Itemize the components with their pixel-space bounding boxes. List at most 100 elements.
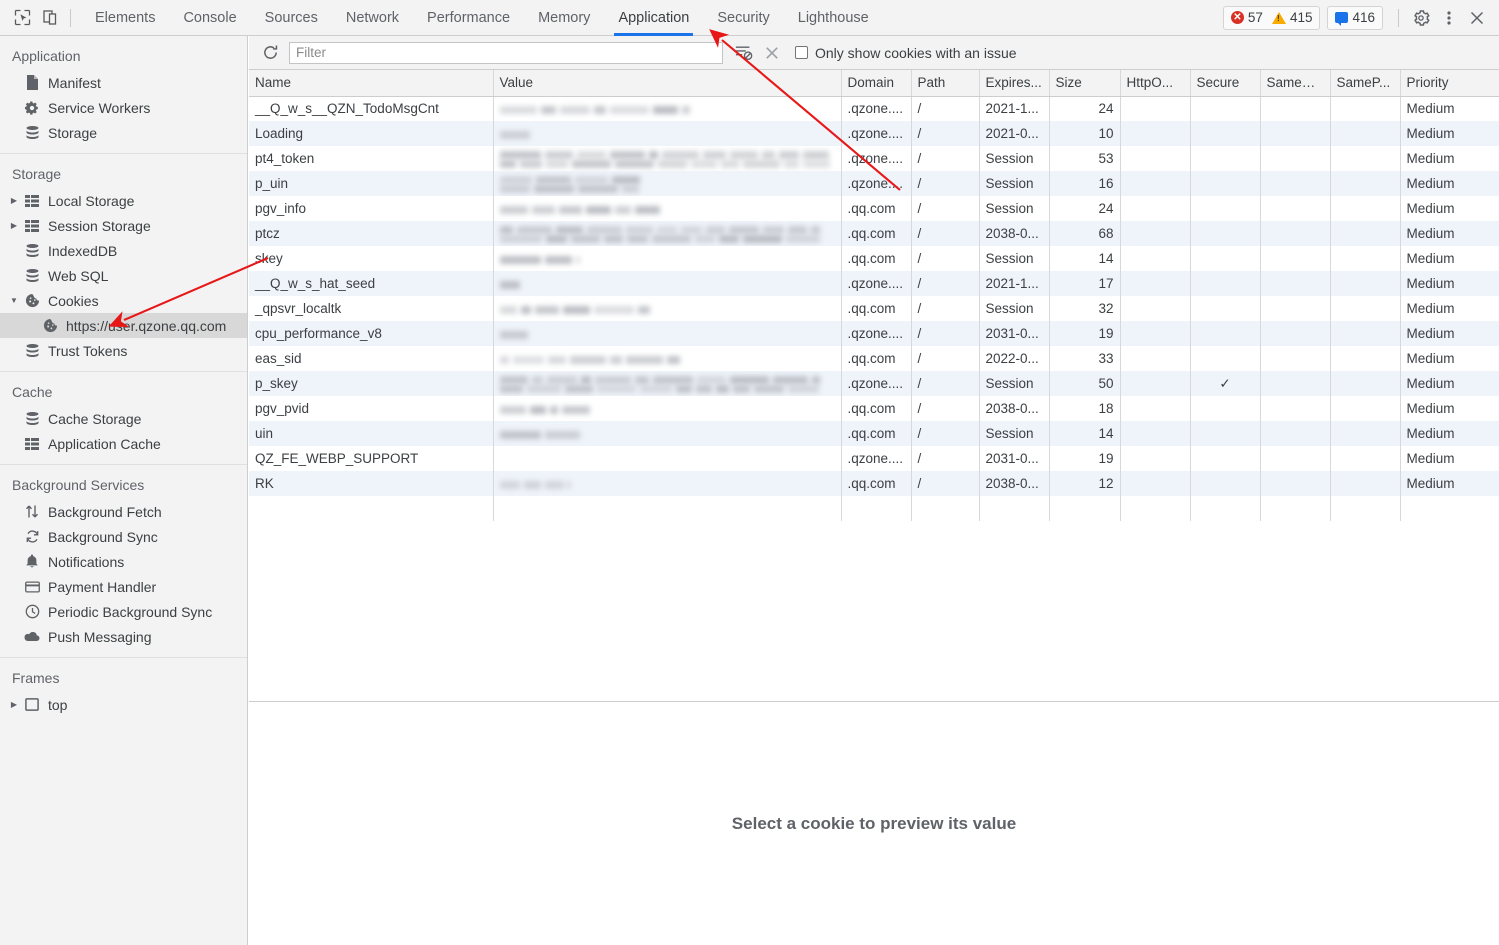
- table-row[interactable]: Loading .qzone..../2021-0... 10 Medium: [249, 121, 1499, 146]
- tab-sources[interactable]: Sources: [251, 0, 332, 36]
- table-row[interactable]: __Q_w_s__QZN_TodoMsgCnt .qzone..../2021-1…: [249, 96, 1499, 121]
- sidebar-item-background-sync[interactable]: ▶ Background Sync: [0, 524, 247, 549]
- tab-application[interactable]: Application: [604, 0, 703, 36]
- close-icon[interactable]: [1463, 4, 1491, 32]
- cell-httponly: [1120, 421, 1191, 446]
- table-row[interactable]: skey .qq.com / Session 14 Medium: [249, 246, 1499, 271]
- sidebar-item-payment-handler[interactable]: ▶ Payment Handler: [0, 574, 247, 599]
- tab-security[interactable]: Security: [703, 0, 783, 36]
- column-header-samesite[interactable]: SameSi...: [1260, 70, 1331, 97]
- table-row[interactable]: QZ_FE_WEBP_SUPPORT .qzone..../2031-0... 19…: [249, 446, 1499, 471]
- checkbox-box[interactable]: [795, 46, 808, 59]
- sidebar-item-push-messaging[interactable]: ▶ Push Messaging: [0, 624, 247, 649]
- sidebar-item-notifications[interactable]: ▶ Notifications: [0, 549, 247, 574]
- sidebar-item-manifest[interactable]: ▶ Manifest: [0, 70, 247, 95]
- only-show-issues-checkbox[interactable]: Only show cookies with an issue: [795, 45, 1017, 61]
- cell-httponly: [1120, 221, 1191, 246]
- sidebar-item-application-cache[interactable]: ▶ Application Cache: [0, 431, 247, 456]
- table-row[interactable]: p_skey .qzone.... / Session 50 ✓ Medium: [249, 371, 1499, 396]
- cell-samesite: [1260, 371, 1331, 396]
- sidebar-item-label: Push Messaging: [48, 628, 152, 645]
- sidebar-item-background-fetch[interactable]: ▶ Background Fetch: [0, 499, 247, 524]
- tab-console[interactable]: Console: [169, 0, 250, 36]
- cookies-table-container[interactable]: Name Value Domain Path Expires... Size H…: [249, 70, 1499, 700]
- search-input[interactable]: [289, 41, 723, 64]
- table-row[interactable]: RK .qq.com/2038-0... 12 Medium: [249, 471, 1499, 496]
- cookie-preview-pane: Select a cookie to preview its value: [249, 701, 1499, 945]
- sidebar-item-cache-storage[interactable]: ▶ Cache Storage: [0, 406, 247, 431]
- sidebar-item-service-workers[interactable]: ▶ Service Workers: [0, 95, 247, 120]
- cell-secure: [1190, 271, 1261, 296]
- cell-path: /: [911, 421, 980, 446]
- tab-memory[interactable]: Memory: [524, 0, 604, 36]
- table-row[interactable]: _qpsvr_localtk .qq.com / Session 32 Medium: [249, 296, 1499, 321]
- error-counter[interactable]: ✕ 57: [1230, 10, 1263, 25]
- sidebar-item-web-sql[interactable]: ▶ Web SQL: [0, 263, 247, 288]
- table-row[interactable]: p_uin .qzone.... / Session 16 Medium: [249, 171, 1499, 196]
- table-row[interactable]: pgv_info .qq.com / Session 24 Medium: [249, 196, 1499, 221]
- clear-filtered-cookies-icon[interactable]: [731, 40, 757, 66]
- table-row[interactable]: __Q_w_s_hat_seed .qzone..../2021-1... 17 Me…: [249, 271, 1499, 296]
- sidebar-item-trust-tokens[interactable]: ▶ Trust Tokens: [0, 338, 247, 363]
- table-row[interactable]: pt4_token .qzone.... / Session 53 Medium: [249, 146, 1499, 171]
- sidebar-item-storage[interactable]: ▶ Storage: [0, 120, 247, 145]
- sidebar-item-periodic-background-sync[interactable]: ▶ Periodic Background Sync: [0, 599, 247, 624]
- toolbar-divider: [70, 8, 71, 27]
- device-toolbar-icon[interactable]: [36, 4, 64, 32]
- cell-samesite: [1260, 171, 1331, 196]
- chevron-right-icon[interactable]: ▶: [8, 221, 20, 230]
- message-counter[interactable]: 416: [1327, 5, 1383, 30]
- sidebar-item-cookies[interactable]: ▼ Cookies: [0, 288, 247, 313]
- column-header-name[interactable]: Name: [249, 70, 494, 97]
- cookie-icon: [22, 292, 42, 310]
- table-row[interactable]: ptcz .qq.com/2038-0... 68 Medium: [249, 221, 1499, 246]
- inspect-element-icon[interactable]: [8, 4, 36, 32]
- sidebar-item-cookie-origin[interactable]: https://user.qzone.qq.com: [0, 313, 247, 338]
- chevron-right-icon[interactable]: ▶: [8, 700, 20, 709]
- sidebar-item-session-storage[interactable]: ▶ Session Storage: [0, 213, 247, 238]
- tab-network[interactable]: Network: [332, 0, 413, 36]
- tab-performance[interactable]: Performance: [413, 0, 524, 36]
- clear-all-cookies-icon[interactable]: [759, 40, 785, 66]
- sidebar-item-label: IndexedDB: [48, 242, 118, 259]
- tab-lighthouse[interactable]: Lighthouse: [784, 0, 883, 36]
- tab-elements[interactable]: Elements: [81, 0, 169, 36]
- sidebar-item-top-frame[interactable]: ▶ top: [0, 692, 247, 717]
- application-sidebar[interactable]: Application ▶ Manifest ▶ Service Workers…: [0, 36, 248, 945]
- cell-expires: 2038-0...: [979, 221, 1050, 246]
- kebab-menu-icon[interactable]: [1435, 4, 1463, 32]
- cell-domain: .qq.com: [841, 396, 912, 421]
- table-row[interactable]: pgv_pvid .qq.com/2038-0... 18 Medium: [249, 396, 1499, 421]
- table-row[interactable]: cpu_performance_v8 .qzone..../2031-0... 19…: [249, 321, 1499, 346]
- chevron-right-icon[interactable]: ▶: [8, 196, 20, 205]
- cell-value: [493, 121, 842, 146]
- chevron-down-icon[interactable]: ▼: [8, 296, 20, 305]
- column-header-expires[interactable]: Expires...: [979, 70, 1050, 97]
- sidebar-item-label: Cache Storage: [48, 410, 142, 427]
- column-header-path[interactable]: Path: [911, 70, 980, 97]
- sidebar-section-frames: Frames: [12, 670, 60, 686]
- column-header-size[interactable]: Size: [1049, 70, 1121, 97]
- refresh-icon[interactable]: [257, 40, 283, 66]
- cell-sameparty: [1330, 421, 1401, 446]
- column-header-sameparty[interactable]: SameP...: [1330, 70, 1401, 97]
- column-header-httponly[interactable]: HttpO...: [1120, 70, 1191, 97]
- cell-secure: [1190, 471, 1261, 496]
- column-header-domain[interactable]: Domain: [841, 70, 912, 97]
- warning-counter[interactable]: 415: [1271, 10, 1312, 25]
- cell-path: /: [911, 171, 980, 196]
- issue-counters[interactable]: ✕ 57 415: [1222, 5, 1321, 30]
- cell-size: 10: [1049, 121, 1121, 146]
- sidebar-item-local-storage[interactable]: ▶ Local Storage: [0, 188, 247, 213]
- column-header-secure[interactable]: Secure: [1190, 70, 1261, 97]
- cell-value: [493, 321, 842, 346]
- gear-icon[interactable]: [1407, 4, 1435, 32]
- column-header-value[interactable]: Value: [493, 70, 842, 97]
- table-row[interactable]: uin .qq.com / Session 14 Medium: [249, 421, 1499, 446]
- sidebar-item-indexeddb[interactable]: ▶ IndexedDB: [0, 238, 247, 263]
- cell-samesite: [1260, 146, 1331, 171]
- table-row[interactable]: eas_sid .qq.com/2022-0... 33 Medium: [249, 346, 1499, 371]
- redacted-value: [499, 254, 835, 264]
- column-header-priority[interactable]: Priority: [1400, 70, 1499, 97]
- only-show-issues-label: Only show cookies with an issue: [815, 44, 1017, 61]
